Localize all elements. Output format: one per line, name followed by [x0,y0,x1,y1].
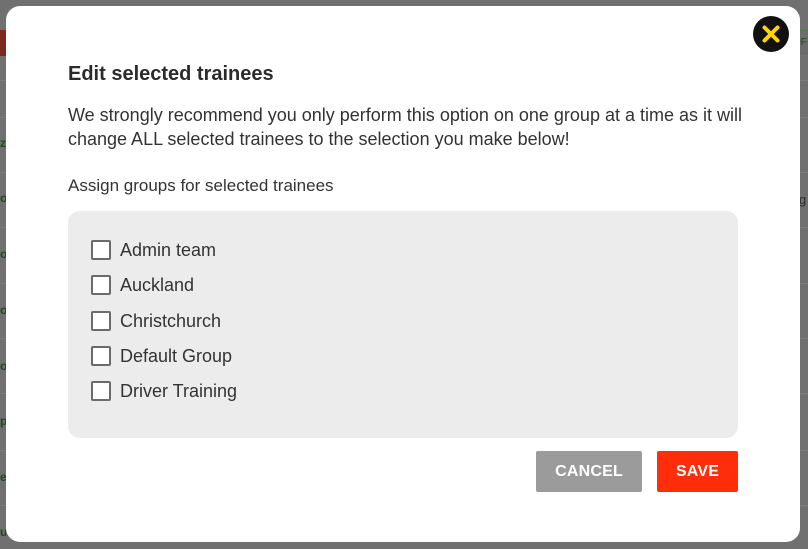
group-option-auckland[interactable]: Auckland [91,273,194,297]
group-label: Driver Training [120,380,238,401]
group-option-christchurch[interactable]: Christchurch [91,309,221,333]
checkbox[interactable] [91,346,111,366]
modal-title: Edit selected trainees [68,63,274,85]
warning-text: We strongly recommend you only perform t… [68,105,742,149]
group-label: Auckland [120,274,195,295]
assign-groups-label: Assign groups for selected trainees [68,176,334,195]
group-option-admin-team[interactable]: Admin team [91,238,216,262]
background-text-fragment: g [799,192,807,207]
close-icon [762,25,780,43]
checkbox[interactable] [91,381,111,401]
group-option-driver-training[interactable]: Driver Training [91,379,237,403]
checkbox[interactable] [91,240,111,260]
group-checkbox-list: Admin team Auckland Christchurch Default… [68,211,738,438]
cancel-button[interactable]: CANCEL [536,451,642,492]
checkbox[interactable] [91,311,111,331]
group-option-default-group[interactable]: Default Group [91,344,232,368]
group-label: Admin team [120,239,217,260]
save-button[interactable]: SAVE [657,451,738,492]
edit-trainees-modal: Edit selected trainees We strongly recom… [6,6,800,542]
close-button[interactable] [753,16,789,52]
checkbox[interactable] [91,275,111,295]
group-label: Default Group [120,345,233,366]
group-label: Christchurch [120,310,222,331]
